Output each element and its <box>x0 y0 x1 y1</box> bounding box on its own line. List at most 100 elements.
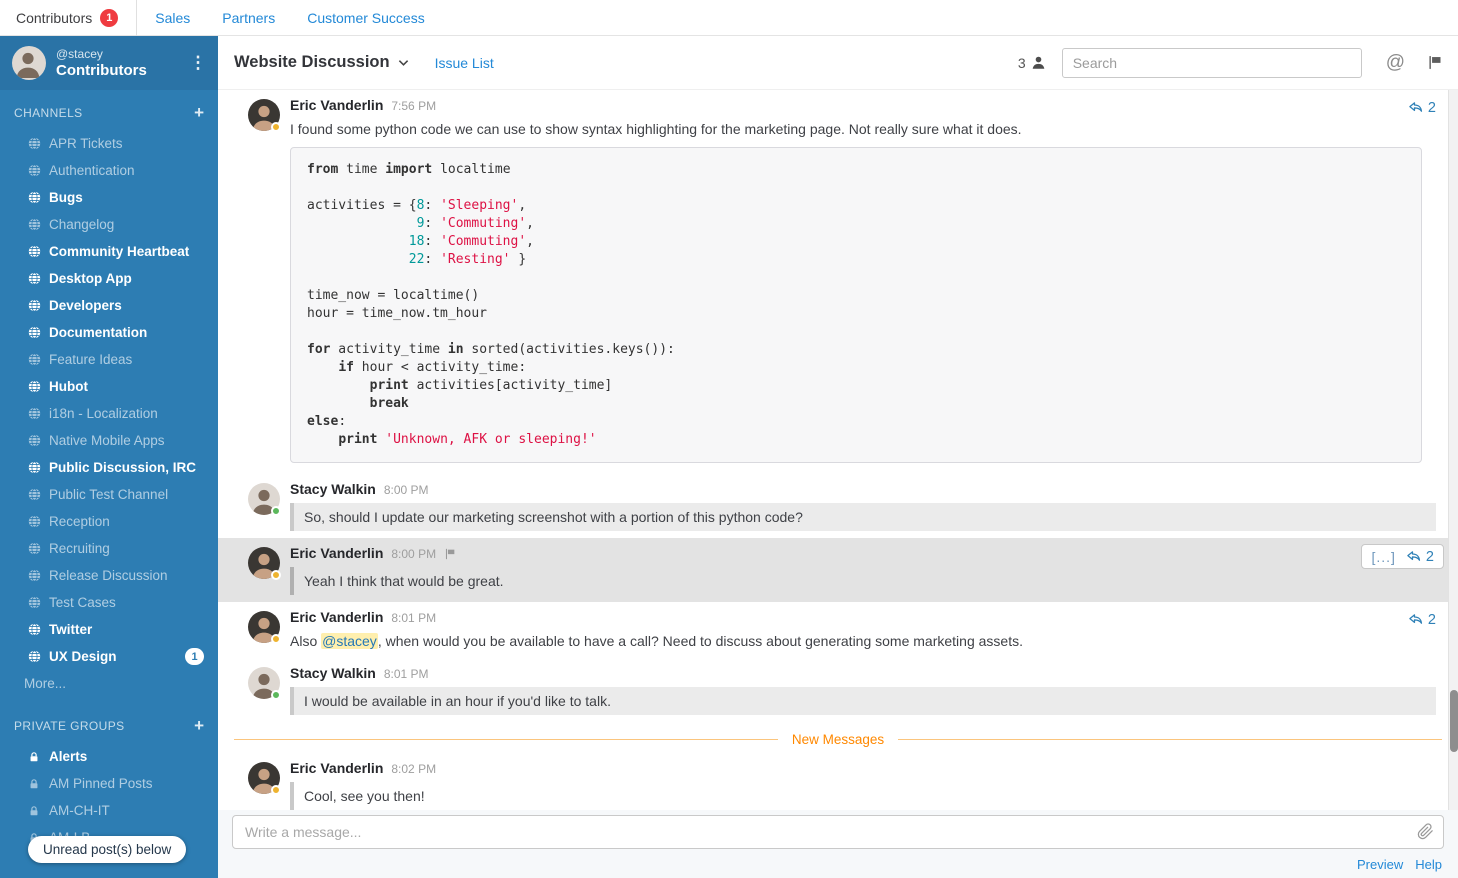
unread-posts-toast[interactable]: Unread post(s) below <box>28 836 186 863</box>
reply-icon <box>1405 548 1422 565</box>
lock-icon <box>28 750 41 763</box>
channels-list: APR Tickets Authentication BugsChangelogCo… <box>0 130 218 670</box>
sidebar-item-feature-ideas[interactable]: Feature Ideas <box>0 346 218 373</box>
sidebar-item-reception[interactable]: Reception <box>0 508 218 535</box>
sidebar-item-developers[interactable]: Developers <box>0 292 218 319</box>
status-away-dot <box>271 634 281 644</box>
channel-label: Native Mobile Apps <box>49 433 204 448</box>
team-link-customer-success[interactable]: Customer Success <box>307 10 424 26</box>
search-input[interactable] <box>1062 48 1362 78</box>
sidebar-item-native-mobile-apps[interactable]: Native Mobile Apps <box>0 427 218 454</box>
flag-icon[interactable] <box>444 548 456 560</box>
avatar[interactable] <box>248 762 280 794</box>
more-actions-button[interactable]: [...] <box>1371 549 1395 565</box>
sidebar-item-changelog[interactable]: Changelog <box>0 211 218 238</box>
sidebar-item-public-discussion-irc[interactable]: Public Discussion, IRC <box>0 454 218 481</box>
sidebar-item-authentication[interactable]: Authentication <box>0 157 218 184</box>
sidebar-menu-icon[interactable]: ⋮ <box>188 53 208 73</box>
reply-icon <box>1407 611 1424 628</box>
author-name[interactable]: Stacy Walkin <box>290 665 376 681</box>
sidebar-item-i18n-localization[interactable]: i18n - Localization <box>0 400 218 427</box>
sidebar-item-hubot[interactable]: Hubot <box>0 373 218 400</box>
avatar[interactable] <box>248 611 280 643</box>
composer-links: Preview Help <box>232 857 1444 872</box>
scrollbar-thumb[interactable] <box>1450 690 1458 752</box>
code-line: print activities[activity_time] <box>307 377 1405 395</box>
timestamp: 7:56 PM <box>391 99 436 113</box>
message-meta: Stacy Walkin 8:01 PM <box>290 665 1436 683</box>
reply-count[interactable]: 2 <box>1407 611 1436 628</box>
message-text: Also @stacey, when would you be availabl… <box>290 631 1436 651</box>
sidebar-group-alerts[interactable]: Alerts <box>0 743 218 770</box>
sidebar-item-community-heartbeat[interactable]: Community Heartbeat <box>0 238 218 265</box>
user-avatar[interactable] <box>12 46 46 80</box>
reply-count[interactable]: 2 <box>1405 548 1434 565</box>
member-count-value: 3 <box>1018 55 1026 71</box>
mention[interactable]: @stacey <box>321 633 378 649</box>
timestamp: 8:01 PM <box>384 667 429 681</box>
avatar[interactable] <box>248 667 280 699</box>
message-text: Cool, see you then! <box>290 782 1436 810</box>
author-name[interactable]: Eric Vanderlin <box>290 97 383 113</box>
avatar[interactable] <box>248 483 280 515</box>
sidebar-item-apr-tickets[interactable]: APR Tickets <box>0 130 218 157</box>
code-line: hour = time_now.tm_hour <box>307 305 1405 323</box>
team-tab-contributors[interactable]: Contributors 1 <box>0 0 136 36</box>
sidebar-header[interactable]: @stacey Contributors ⋮ <box>0 36 218 90</box>
channel-title-dropdown[interactable]: Website Discussion <box>234 53 409 72</box>
message-meta: Eric Vanderlin 8:00 PM <box>290 545 1436 563</box>
sidebar-item-public-test-channel[interactable]: Public Test Channel <box>0 481 218 508</box>
reply-count-value: 2 <box>1428 612 1436 628</box>
sidebar-item-release-discussion[interactable]: Release Discussion <box>0 562 218 589</box>
code-line: break <box>307 395 1405 413</box>
add-private-group-button[interactable]: + <box>194 718 204 734</box>
sidebar-item-documentation[interactable]: Documentation <box>0 319 218 346</box>
avatar[interactable] <box>248 99 280 131</box>
mentions-icon[interactable]: @ <box>1386 53 1405 72</box>
vertical-scrollbar[interactable] <box>1448 90 1458 810</box>
code-line: if hour < activity_time: <box>307 359 1405 377</box>
author-name[interactable]: Stacy Walkin <box>290 481 376 497</box>
globe-icon <box>28 137 41 150</box>
sidebar-item-bugs[interactable]: Bugs <box>0 184 218 211</box>
sidebar-item-ux-design[interactable]: UX Design1 <box>0 643 218 670</box>
channels-section: CHANNELS + APR TicketsAuthenticationBugs… <box>0 104 218 697</box>
issue-list-link[interactable]: Issue List <box>435 55 494 71</box>
private-groups-header: PRIVATE GROUPS <box>14 719 194 733</box>
reply-count-value: 2 <box>1426 549 1434 565</box>
author-name[interactable]: Eric Vanderlin <box>290 545 383 561</box>
author-name[interactable]: Eric Vanderlin <box>290 609 383 625</box>
divider-line <box>898 739 1442 740</box>
reply-count[interactable]: 2 <box>1407 99 1436 116</box>
timestamp: 8:00 PM <box>391 547 436 561</box>
sidebar-item-desktop-app[interactable]: Desktop App <box>0 265 218 292</box>
channel-label: UX Design <box>49 649 185 664</box>
member-count[interactable]: 3 <box>1018 55 1046 71</box>
sidebar-group-am-ch-it[interactable]: AM-CH-IT <box>0 797 218 824</box>
sidebar-more-channels[interactable]: More... <box>0 670 218 697</box>
team-link-partners[interactable]: Partners <box>222 10 275 26</box>
preview-link[interactable]: Preview <box>1357 857 1403 872</box>
message-content: Stacy Walkin8:00 PMSo, should I update o… <box>290 481 1436 531</box>
message-content: Eric Vanderlin8:00 PMYeah I think that w… <box>290 545 1436 595</box>
reply-icon <box>1407 99 1424 116</box>
message-text: I found some python code we can use to s… <box>290 119 1436 139</box>
avatar[interactable] <box>248 547 280 579</box>
attachment-icon[interactable] <box>1417 823 1434 840</box>
author-name[interactable]: Eric Vanderlin <box>290 760 383 776</box>
sidebar-group-am-pinned-posts[interactable]: AM Pinned Posts <box>0 770 218 797</box>
message-content: Eric Vanderlin8:01 PMAlso @stacey, when … <box>290 609 1436 651</box>
flagged-posts-icon[interactable] <box>1427 55 1442 70</box>
sidebar-item-twitter[interactable]: Twitter <box>0 616 218 643</box>
sidebar-item-test-cases[interactable]: Test Cases <box>0 589 218 616</box>
help-link[interactable]: Help <box>1415 857 1442 872</box>
chevron-down-icon <box>398 59 409 67</box>
composer: Preview Help <box>218 810 1458 878</box>
message-input[interactable] <box>232 815 1444 849</box>
team-link-sales[interactable]: Sales <box>155 10 190 26</box>
globe-icon <box>28 326 41 339</box>
sidebar-item-recruiting[interactable]: Recruiting <box>0 535 218 562</box>
channel-label: AM Pinned Posts <box>49 776 204 791</box>
add-channel-button[interactable]: + <box>194 105 204 121</box>
channel-label: Authentication <box>49 163 204 178</box>
